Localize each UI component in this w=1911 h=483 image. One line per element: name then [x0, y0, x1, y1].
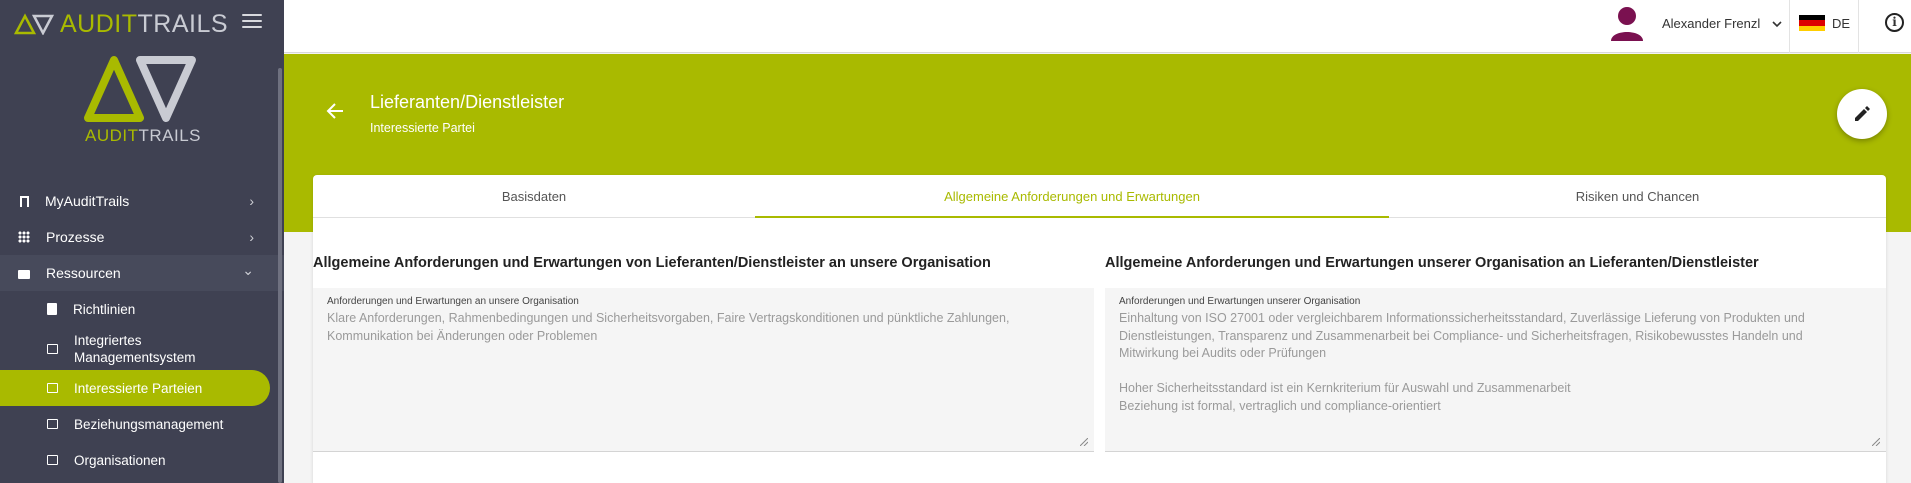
document-icon	[47, 303, 57, 315]
brand-logo-small[interactable]: AUDITTRAILS	[14, 10, 228, 39]
user-avatar-icon[interactable]	[1611, 5, 1643, 41]
logo-large-part-trails: TRAILS	[138, 126, 202, 145]
grid-icon	[18, 231, 30, 243]
left-section-title: Allgemeine Anforderungen und Erwartungen…	[313, 255, 991, 271]
bookmark-icon	[20, 195, 29, 207]
edit-button[interactable]	[1837, 89, 1887, 139]
hamburger-menu-icon[interactable]	[242, 14, 262, 32]
sidebar-item-label: Ressourcen	[46, 265, 121, 281]
page-title: Lieferanten/Dienstleister	[370, 92, 565, 112]
german-flag-icon[interactable]	[1799, 15, 1825, 31]
logo-large-part-audit: AUDIT	[85, 126, 139, 145]
brand-part-audit: AUDIT	[60, 9, 138, 38]
top-bar: Alexander Frenzl DE i	[284, 0, 1911, 53]
tab-bar: Basisdaten Allgemeine Anforderungen und …	[313, 175, 1886, 218]
sidebar-subitem-label: Beziehungsmanagement	[74, 416, 224, 432]
info-icon[interactable]: i	[1885, 13, 1904, 32]
field-label: Anforderungen und Erwartungen unserer Or…	[1119, 296, 1361, 307]
tab-basisdaten[interactable]: Basisdaten	[313, 175, 755, 217]
chevron-down-icon[interactable]	[1772, 19, 1782, 29]
folder-document-icon	[47, 343, 58, 354]
sidebar-nav: MyAuditTrails › Prozesse › Ressourcen ⌄ …	[0, 183, 284, 478]
back-arrow-icon[interactable]	[324, 100, 346, 122]
sidebar-subitem-organisationen[interactable]: Organisationen	[0, 442, 284, 478]
tab-allgemeine-anforderungen[interactable]: Allgemeine Anforderungen und Erwartungen	[755, 175, 1389, 218]
sidebar-item-prozesse[interactable]: Prozesse ›	[0, 219, 284, 255]
sidebar-header: AUDITTRAILS	[0, 0, 284, 48]
tab-risiken-und-chancen[interactable]: Risiken und Chancen	[1389, 175, 1886, 217]
field-label: Anforderungen und Erwartungen an unsere …	[327, 296, 579, 307]
resize-handle-icon[interactable]	[1872, 438, 1880, 446]
folder-icon	[18, 269, 30, 279]
sidebar-subitem-richtlinien[interactable]: Richtlinien	[0, 291, 284, 327]
chevron-right-icon: ›	[249, 193, 254, 209]
left-requirements-textarea[interactable]: Anforderungen und Erwartungen an unsere …	[313, 288, 1094, 452]
sidebar-subitem-beziehungsmanagement[interactable]: Beziehungsmanagement	[0, 406, 284, 442]
sidebar-item-ressourcen[interactable]: Ressourcen ⌄	[0, 255, 284, 291]
folder-document-icon	[47, 419, 58, 429]
sidebar-subitem-integriertes-managementsystem[interactable]: Integriertes Managementsystem	[0, 327, 284, 370]
right-requirements-textarea[interactable]: Anforderungen und Erwartungen unserer Or…	[1105, 288, 1886, 452]
brand-part-trails: TRAILS	[137, 9, 229, 38]
chevron-down-icon: ⌄	[242, 262, 254, 278]
sidebar-scrollbar[interactable]	[278, 68, 282, 483]
language-selector[interactable]: DE	[1832, 16, 1850, 31]
sidebar-subitem-label: Richtlinien	[73, 301, 136, 317]
page-subtitle: Interessierte Partei	[370, 121, 475, 135]
sidebar-item-label: MyAuditTrails	[45, 193, 130, 209]
logo-large-icon	[84, 56, 196, 122]
sidebar-subitem-interessierte-parteien[interactable]: Interessierte Parteien	[0, 370, 270, 406]
logo-large-wordmark: AUDITTRAILS	[85, 126, 201, 146]
content-card: Basisdaten Allgemeine Anforderungen und …	[313, 175, 1886, 483]
logo-mark-icon	[14, 13, 55, 35]
sidebar-item-myaudittrails[interactable]: MyAuditTrails ›	[0, 183, 284, 219]
folder-document-icon	[47, 455, 58, 465]
divider	[1858, 0, 1859, 53]
field-value: Einhaltung von ISO 27001 oder vergleichb…	[1119, 311, 1805, 413]
field-value: Klare Anforderungen, Rahmenbedingungen u…	[327, 311, 1010, 343]
right-section-title: Allgemeine Anforderungen und Erwartungen…	[1105, 255, 1759, 271]
sidebar-subitem-label: Integriertes Managementsystem	[74, 332, 196, 365]
brand-wordmark: AUDITTRAILS	[60, 10, 228, 39]
folder-document-icon	[47, 383, 58, 393]
chevron-right-icon: ›	[249, 229, 254, 245]
divider	[1789, 0, 1790, 53]
resize-handle-icon[interactable]	[1080, 438, 1088, 446]
sidebar-subitem-label: Organisationen	[74, 452, 166, 468]
user-name[interactable]: Alexander Frenzl	[1662, 16, 1760, 31]
sidebar: AUDITTRAILS AUDITTRAILS MyAuditTrails › …	[0, 0, 284, 483]
pencil-icon	[1855, 106, 1870, 121]
sidebar-item-label: Prozesse	[46, 229, 105, 245]
sidebar-subitem-label: Interessierte Parteien	[74, 380, 203, 396]
